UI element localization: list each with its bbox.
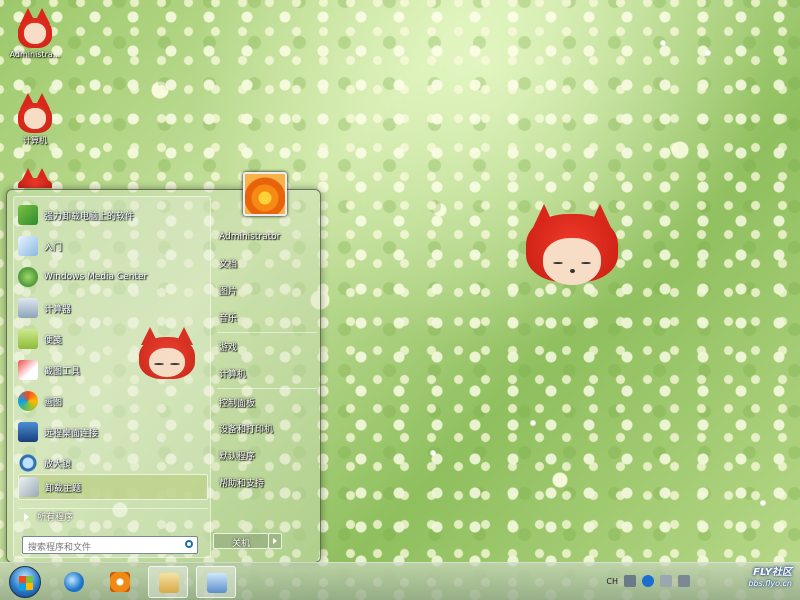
program-sticky-notes[interactable]: 便笺 — [18, 326, 208, 352]
network-icon[interactable] — [660, 575, 672, 587]
volume-icon[interactable] — [678, 575, 690, 587]
program-uninstall-theme[interactable]: 卸载主题 — [18, 474, 208, 500]
arrow-right-icon — [24, 512, 29, 521]
program-uninstall-software[interactable]: 强力卸载电脑上的软件 — [18, 202, 208, 228]
program-windows-media-center[interactable]: Windows Media Center — [18, 264, 208, 290]
uninstall-icon — [18, 205, 38, 225]
program-snipping-tool[interactable]: 截图工具 — [18, 357, 208, 383]
right-item-games[interactable]: 游戏 — [217, 336, 317, 356]
taskbar-media-player[interactable] — [100, 566, 140, 598]
magnifier-icon — [18, 453, 38, 473]
sparkle — [660, 40, 666, 46]
watermark-logo: FLY社区 bbs.flyo.cn — [748, 567, 792, 588]
uninstall-theme-icon — [19, 477, 39, 497]
right-item-pictures[interactable]: 图片 — [217, 280, 317, 300]
user-avatar[interactable] — [243, 172, 287, 216]
right-item-help-support[interactable]: 帮助和支持 — [217, 472, 317, 492]
program-paint[interactable]: 画图 — [18, 388, 208, 414]
folder-icon — [159, 573, 179, 593]
all-programs-button[interactable]: 所有程序 — [18, 508, 208, 524]
divider — [217, 332, 317, 333]
getting-started-icon — [18, 236, 38, 256]
fox-computer-icon — [18, 93, 52, 133]
start-menu: 强力卸载电脑上的软件 入门 Windows Media Center 计算器 便… — [6, 172, 321, 563]
sparkle — [705, 50, 711, 56]
taskbar-internet-explorer[interactable] — [54, 566, 94, 598]
fox-icon — [18, 168, 52, 188]
program-remote-desktop[interactable]: 远程桌面连接 — [18, 419, 208, 445]
desktop-icon-administrator[interactable]: Administra... — [3, 8, 67, 59]
start-menu-programs-pane: 强力卸载电脑上的软件 入门 Windows Media Center 计算器 便… — [13, 196, 211, 558]
desktop-icon-partial[interactable] — [3, 168, 67, 190]
right-item-computer[interactable]: 计算机 — [217, 363, 317, 383]
taskbar-explorer[interactable] — [148, 566, 188, 598]
start-button[interactable] — [9, 566, 41, 598]
taskbar-window[interactable] — [196, 566, 236, 598]
system-tray: CH — [606, 575, 690, 587]
desktop-icon-label: Administra... — [9, 50, 61, 59]
keyboard-icon[interactable] — [624, 575, 636, 587]
media-player-icon — [110, 572, 130, 592]
media-center-icon — [18, 267, 38, 287]
shutdown-button[interactable]: 关机 — [213, 533, 269, 549]
divider — [217, 388, 317, 389]
internet-explorer-icon — [64, 572, 84, 592]
right-item-administrator[interactable]: Administrator — [217, 227, 317, 247]
language-indicator[interactable]: CH — [606, 577, 618, 586]
fox-mascot-decoration — [526, 204, 618, 294]
program-calculator[interactable]: 计算器 — [18, 295, 208, 321]
search-icon[interactable] — [185, 540, 193, 548]
program-magnifier[interactable]: 放大镜 — [18, 450, 208, 476]
desktop-icon-computer[interactable]: 计算机 — [3, 93, 67, 146]
sparkle — [760, 500, 766, 506]
right-item-music[interactable]: 音乐 — [217, 307, 317, 327]
program-getting-started[interactable]: 入门 — [18, 233, 208, 259]
sparkle — [530, 420, 536, 426]
taskbar: CH FLY社区 bbs.flyo.cn — [0, 562, 800, 600]
right-item-control-panel[interactable]: 控制面板 — [217, 392, 317, 412]
calculator-icon — [18, 298, 38, 318]
shutdown-options-button[interactable] — [268, 533, 282, 549]
help-icon[interactable] — [642, 575, 654, 587]
desktop-icon-label: 计算机 — [23, 136, 47, 145]
snipping-tool-icon — [18, 360, 38, 380]
search-input[interactable]: 搜索程序和文件 — [22, 536, 198, 554]
remote-desktop-icon — [18, 422, 38, 442]
sparkle — [430, 450, 436, 456]
right-item-documents[interactable]: 文档 — [217, 253, 317, 273]
sticky-notes-icon — [18, 329, 38, 349]
fox-avatar-icon — [18, 8, 52, 48]
window-icon — [207, 573, 227, 593]
right-item-default-programs[interactable]: 默认程序 — [217, 445, 317, 465]
paint-icon — [18, 391, 38, 411]
right-item-devices-printers[interactable]: 设备和打印机 — [217, 418, 317, 438]
